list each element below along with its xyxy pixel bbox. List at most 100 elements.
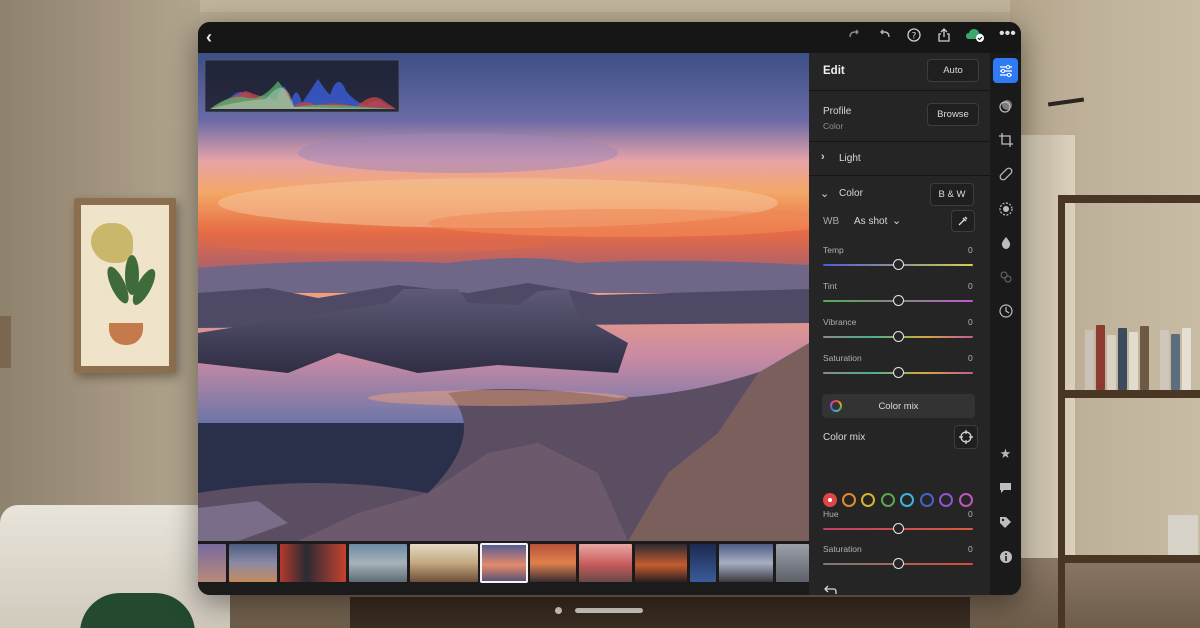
target-adjust-icon[interactable] — [954, 425, 978, 449]
vibrance-value[interactable]: 0 — [968, 317, 973, 327]
star-icon[interactable]: ★ — [993, 441, 1018, 466]
book — [1107, 335, 1116, 390]
tint-slider-knob[interactable] — [893, 295, 904, 306]
color-swatch-magenta[interactable] — [959, 493, 973, 507]
wb-label: WB — [823, 216, 840, 227]
help-icon[interactable]: ? — [907, 28, 921, 46]
filmstrip-thumbnail[interactable] — [635, 544, 687, 582]
filmstrip-thumbnail[interactable] — [719, 544, 773, 582]
light-section-header[interactable]: Light — [839, 153, 861, 164]
wb-dropdown[interactable]: As shot — [854, 216, 887, 227]
optics-icon[interactable] — [993, 230, 1018, 255]
filmstrip-thumbnail[interactable] — [530, 544, 576, 582]
divider — [809, 175, 990, 176]
hue-label: Hue — [823, 509, 839, 519]
versions-icon[interactable] — [993, 298, 1018, 323]
hue-slider-knob[interactable] — [893, 523, 904, 534]
color-swatch-yellow[interactable] — [861, 493, 875, 507]
filmstrip-thumbnail[interactable] — [229, 544, 277, 582]
chevron-right-icon[interactable]: › — [821, 151, 825, 163]
window-grab-bar[interactable] — [575, 608, 643, 613]
color-swatch-blue[interactable] — [920, 493, 934, 507]
mix-saturation-label: Saturation — [823, 544, 862, 554]
edit-sliders-icon[interactable] — [993, 58, 1018, 83]
bw-button[interactable]: B & W — [930, 183, 974, 206]
comment-icon[interactable] — [993, 475, 1018, 500]
histogram — [205, 60, 399, 112]
filmstrip-thumbnail[interactable] — [410, 544, 478, 582]
filmstrip-thumbnail[interactable] — [198, 544, 226, 582]
shelf-board — [1058, 555, 1200, 563]
divider — [809, 141, 990, 142]
bookshelf — [1058, 195, 1200, 628]
filmstrip-thumbnail[interactable] — [280, 544, 346, 582]
shelf-board — [1058, 390, 1200, 398]
book — [1160, 330, 1169, 390]
landscape-photo — [198, 53, 809, 541]
top-bar: ‹ ? ••• — [198, 22, 1021, 53]
masking-icon[interactable] — [993, 196, 1018, 221]
tint-value[interactable]: 0 — [968, 281, 973, 291]
book — [1182, 328, 1191, 390]
page-indicator-dot[interactable] — [555, 607, 562, 614]
color-swatch-purple[interactable] — [939, 493, 953, 507]
temp-value[interactable]: 0 — [968, 245, 973, 255]
chevron-down-icon[interactable]: ⌄ — [892, 214, 901, 227]
reset-icon[interactable] — [823, 583, 837, 595]
chevron-left-icon[interactable]: ‹ — [206, 27, 212, 48]
tag-icon[interactable] — [993, 510, 1018, 535]
book-box — [1168, 515, 1198, 555]
filmstrip-thumbnail[interactable] — [776, 544, 809, 582]
temp-slider-knob[interactable] — [893, 259, 904, 270]
filmstrip-thumbnail[interactable] — [690, 544, 716, 582]
auto-button[interactable]: Auto — [927, 59, 979, 82]
svg-text:?: ? — [912, 32, 917, 42]
effects-icon[interactable] — [993, 264, 1018, 289]
book — [1096, 325, 1105, 390]
color-mix-button-label: Color mix — [878, 400, 919, 412]
book — [1140, 326, 1149, 390]
book — [1085, 330, 1094, 390]
profile-value: Color — [823, 121, 844, 131]
small-frame — [0, 316, 11, 368]
redo-icon[interactable] — [847, 28, 861, 46]
eyedropper-icon[interactable] — [951, 210, 975, 232]
book — [1171, 334, 1180, 390]
color-swatch-green[interactable] — [881, 493, 895, 507]
edit-title: Edit — [823, 65, 845, 77]
color-swatch-aqua[interactable] — [900, 493, 914, 507]
cloud-sync-icon[interactable] — [965, 28, 985, 46]
color-mix-label: Color mix — [823, 432, 866, 443]
saturation-value[interactable]: 0 — [968, 353, 973, 363]
info-icon[interactable] — [993, 544, 1018, 569]
lightroom-window: ‹ ? ••• Edit Auto Profile Color Browse ›… — [198, 22, 1021, 595]
undo-icon[interactable] — [878, 28, 892, 46]
browse-button[interactable]: Browse — [927, 103, 979, 126]
filmstrip-thumbnail-selected[interactable] — [480, 543, 528, 583]
vibrance-slider-knob[interactable] — [893, 331, 904, 342]
hue-value[interactable]: 0 — [968, 509, 973, 519]
profile-label: Profile — [823, 106, 852, 117]
photo-canvas[interactable] — [198, 53, 809, 541]
crop-icon[interactable] — [993, 127, 1018, 152]
temp-label: Temp — [823, 245, 844, 255]
more-icon[interactable]: ••• — [999, 25, 1016, 43]
mix-saturation-value[interactable]: 0 — [968, 544, 973, 554]
filmstrip-thumbnail[interactable] — [349, 544, 407, 582]
chevron-down-icon[interactable]: ⌄ — [820, 187, 829, 200]
presets-icon[interactable] — [993, 93, 1018, 118]
wall-painting — [74, 198, 176, 373]
healing-icon[interactable] — [993, 161, 1018, 186]
divider — [809, 90, 990, 91]
mix-saturation-slider-knob[interactable] — [893, 558, 904, 569]
book — [1129, 332, 1138, 390]
tv-stand — [350, 597, 970, 628]
saturation-slider-knob[interactable] — [893, 367, 904, 378]
color-section-header[interactable]: Color — [839, 188, 863, 199]
color-swatch-orange[interactable] — [842, 493, 856, 507]
color-swatch-red[interactable] — [823, 493, 837, 507]
color-mix-button[interactable]: Color mix — [822, 394, 975, 418]
saturation-label: Saturation — [823, 353, 862, 363]
share-icon[interactable] — [937, 28, 951, 46]
filmstrip-thumbnail[interactable] — [579, 544, 632, 582]
